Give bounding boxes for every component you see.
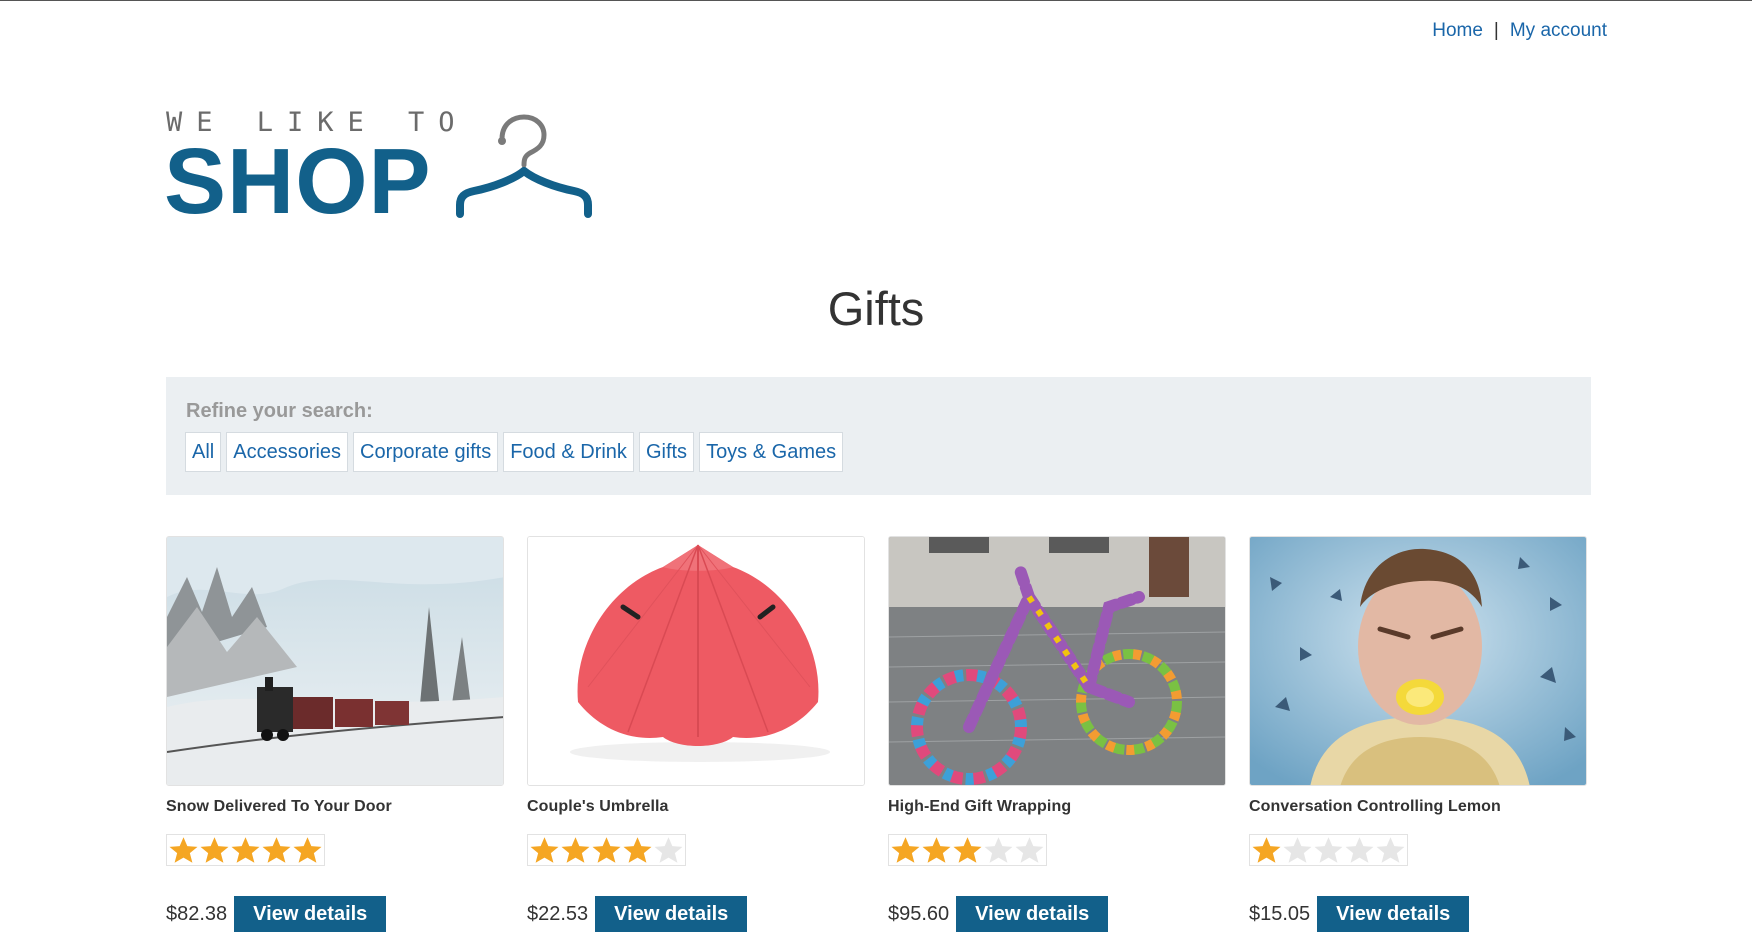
my-account-link[interactable]: My account xyxy=(1510,20,1607,41)
refine-search-panel: Refine your search: All Accessories Corp… xyxy=(166,377,1591,495)
rating-3-stars xyxy=(888,834,1047,866)
top-navigation: Home | My account xyxy=(1432,20,1607,42)
product-price: $15.05 xyxy=(1249,902,1311,925)
page-title: Gifts xyxy=(827,282,925,335)
red-double-umbrella-photo xyxy=(528,537,864,785)
star-filled-icon xyxy=(891,837,920,863)
man-biting-lemon-photo xyxy=(1250,537,1586,785)
product-card: Snow Delivered To Your Door $82.38 View … xyxy=(166,536,504,932)
star-filled-icon xyxy=(169,837,198,863)
filter-toys-games[interactable]: Toys & Games xyxy=(699,432,844,472)
logo-wordmark: SHOP xyxy=(164,129,432,233)
rating-5-stars xyxy=(166,834,325,866)
product-image[interactable] xyxy=(527,536,865,786)
filter-food-drink[interactable]: Food & Drink xyxy=(503,432,634,472)
product-image[interactable] xyxy=(888,536,1226,786)
star-filled-icon xyxy=(623,837,652,863)
price-row: $95.60 View details xyxy=(888,896,1109,932)
star-empty-icon xyxy=(1283,837,1312,863)
product-image[interactable] xyxy=(166,536,504,786)
filter-corporate-gifts[interactable]: Corporate gifts xyxy=(353,432,499,472)
filter-all[interactable]: All xyxy=(185,432,222,472)
refine-label: Refine your search: xyxy=(186,400,373,422)
star-filled-icon xyxy=(1252,837,1281,863)
star-filled-icon xyxy=(561,837,590,863)
star-filled-icon xyxy=(231,837,260,863)
price-row: $15.05 View details xyxy=(1249,896,1470,932)
coat-hanger-icon xyxy=(456,114,592,218)
product-card: Conversation Controlling Lemon $15.05 Vi… xyxy=(1249,536,1587,932)
product-price: $82.38 xyxy=(166,902,228,925)
star-empty-icon xyxy=(654,837,683,863)
rating-1-star xyxy=(1249,834,1408,866)
price-row: $82.38 View details xyxy=(166,896,387,932)
view-details-button[interactable]: View details xyxy=(234,896,387,932)
star-filled-icon xyxy=(262,837,291,863)
view-details-button[interactable]: View details xyxy=(956,896,1109,932)
product-image[interactable] xyxy=(1249,536,1587,786)
star-filled-icon xyxy=(592,837,621,863)
star-filled-icon xyxy=(953,837,982,863)
product-price: $95.60 xyxy=(888,902,950,925)
star-empty-icon xyxy=(1015,837,1044,863)
yarn-wrapped-bicycle-photo xyxy=(889,537,1225,785)
nav-separator: | xyxy=(1493,20,1499,41)
star-empty-icon xyxy=(1376,837,1405,863)
product-name[interactable]: Conversation Controlling Lemon xyxy=(1249,798,1587,816)
product-name[interactable]: Couple's Umbrella xyxy=(527,798,865,816)
filter-gifts[interactable]: Gifts xyxy=(638,432,695,472)
star-filled-icon xyxy=(922,837,951,863)
price-row: $22.53 View details xyxy=(527,896,748,932)
product-name[interactable]: Snow Delivered To Your Door xyxy=(166,798,504,816)
star-filled-icon xyxy=(200,837,229,863)
home-link[interactable]: Home xyxy=(1432,20,1483,41)
product-card: High-End Gift Wrapping $95.60 View detai… xyxy=(888,536,1226,932)
star-filled-icon xyxy=(530,837,559,863)
star-empty-icon xyxy=(1345,837,1374,863)
snowy-steam-train-photo xyxy=(167,537,503,785)
product-name[interactable]: High-End Gift Wrapping xyxy=(888,798,1226,816)
view-details-button[interactable]: View details xyxy=(1317,896,1470,932)
site-logo[interactable]: WE LIKE TO SHOP xyxy=(164,105,614,233)
product-price: $22.53 xyxy=(527,902,589,925)
category-filters: All Accessories Corporate gifts Food & D… xyxy=(185,432,844,472)
product-card: Couple's Umbrella $22.53 View details xyxy=(527,536,865,932)
rating-4-stars xyxy=(527,834,686,866)
star-filled-icon xyxy=(293,837,322,863)
filter-accessories[interactable]: Accessories xyxy=(226,432,349,472)
star-empty-icon xyxy=(1314,837,1343,863)
view-details-button[interactable]: View details xyxy=(595,896,748,932)
star-empty-icon xyxy=(984,837,1013,863)
